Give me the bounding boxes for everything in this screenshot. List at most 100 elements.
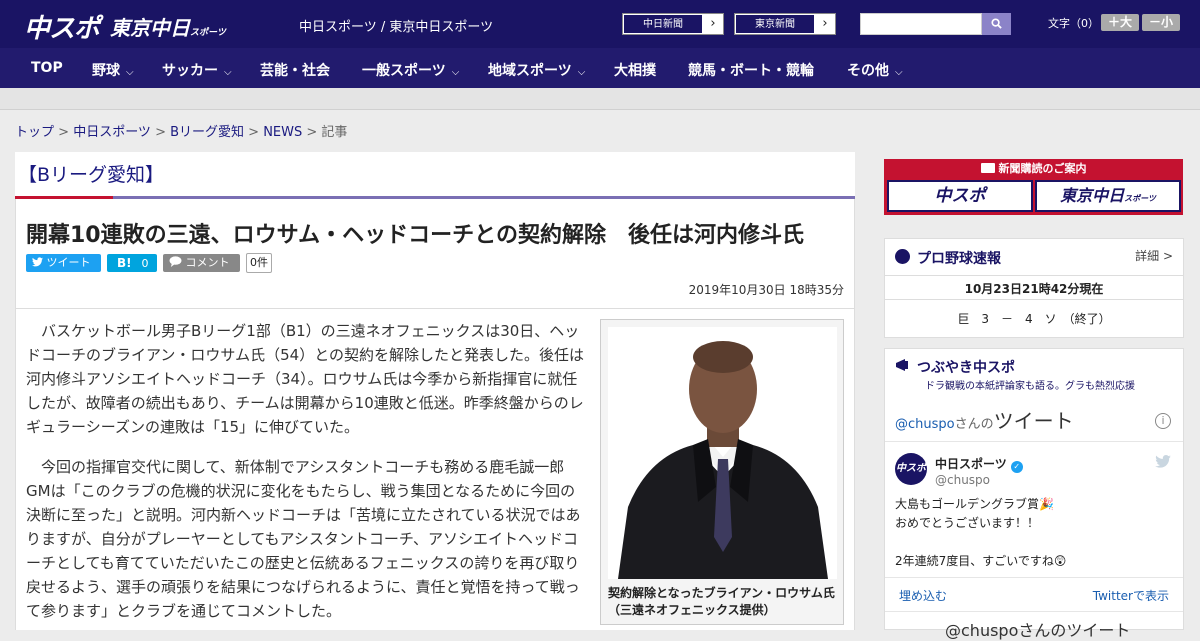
paper-link-label: 中日新聞	[623, 14, 703, 34]
account-handle[interactable]: @chuspo	[935, 473, 990, 487]
nav-item-top[interactable]: TOP	[31, 60, 63, 76]
article-date: 2019年10月30日 18時35分	[688, 283, 844, 297]
tokyo-shimbun-link[interactable]: 東京新聞 ›	[734, 13, 836, 35]
site-name: 中日スポーツ / 東京中日スポーツ	[299, 20, 494, 35]
nav-label: 地域スポーツ	[488, 63, 572, 79]
chevron-down-icon: ⌵	[895, 67, 903, 78]
chevron-down-icon: ⌵	[451, 67, 460, 78]
nav-item-baseball[interactable]: 野球 ⌵	[92, 60, 134, 80]
nav-item-racing[interactable]: 競馬・ボート・競輪	[688, 60, 814, 80]
baseball-icon	[895, 249, 910, 264]
tokyo-logo-small: スポーツ	[190, 28, 226, 38]
baseball-score-box: プロ野球速報 詳細 > 10月23日21時42分現在 巨 3 － 4 ソ （終了…	[884, 238, 1184, 338]
divider	[885, 441, 1183, 442]
baseball-score[interactable]: 巨 3 － 4 ソ （終了）	[885, 310, 1183, 327]
info-icon[interactable]: i	[1155, 413, 1171, 429]
hatena-count: 0	[141, 257, 149, 270]
nav-label: 一般スポーツ	[362, 63, 446, 79]
speech-bubble-icon	[169, 256, 182, 267]
ad-tokyo-logo[interactable]: 東京中日スポーツ	[1035, 180, 1181, 212]
breadcrumb-sep: >	[244, 125, 264, 140]
chevron-down-icon: ⌵	[126, 67, 134, 78]
twitter-bird-icon[interactable]	[1155, 455, 1171, 468]
nav-label: 芸能・社会	[260, 63, 330, 79]
avatar[interactable]: 中スポ	[895, 453, 927, 485]
nav-item-general-sports[interactable]: 一般スポーツ ⌵	[362, 60, 459, 80]
breadcrumb-chunichi-sports[interactable]: 中日スポーツ	[73, 125, 151, 140]
chuspo-logo[interactable]: 中スポ	[24, 8, 100, 44]
photo-caption: 契約解除となったブライアン・ロウサム氏（三遠ネオフェニックス提供）	[608, 586, 835, 617]
coach-portrait-image	[608, 327, 837, 579]
comment-count: 0件	[246, 253, 272, 273]
comment-label: コメント	[185, 256, 230, 269]
search-button[interactable]	[982, 13, 1011, 35]
chevron-down-icon: ⌵	[577, 67, 586, 78]
tweets-handle-link[interactable]: @chuspo	[895, 417, 955, 432]
breadcrumb-bleague[interactable]: Bリーグ愛知	[170, 125, 244, 140]
baseball-title: プロ野球速報	[917, 251, 1001, 267]
chevron-down-icon: ⌵	[224, 67, 232, 78]
nav-label: 野球	[92, 63, 120, 79]
divider	[885, 275, 1183, 276]
tweets-widget: つぶやき中スポ ドラ観戦の本紙評論家も語る。グラも熱烈応援 @chuspoさんの…	[884, 348, 1184, 640]
hatena-b-icon: B!	[117, 256, 132, 270]
nav-item-sumo[interactable]: 大相撲	[614, 60, 656, 80]
breadcrumb-sep: >	[54, 125, 74, 140]
font-bigger-button[interactable]: ＋大	[1101, 14, 1139, 31]
account-name[interactable]: 中日スポーツ ✓	[935, 455, 1023, 473]
chevron-right-icon: ›	[710, 16, 716, 31]
nav-item-soccer[interactable]: サッカー ⌵	[162, 60, 232, 80]
chevron-right-icon: ›	[822, 16, 828, 31]
search-icon	[991, 18, 1002, 29]
tweet-label: ツイート	[46, 256, 91, 269]
chunichi-shimbun-link[interactable]: 中日新聞 ›	[622, 13, 724, 35]
article-photo[interactable]	[600, 319, 844, 625]
nav-label: サッカー	[162, 63, 218, 79]
tweet-button[interactable]: ツイート	[26, 254, 101, 272]
breadcrumb-top[interactable]: トップ	[15, 125, 54, 140]
breadcrumb-news[interactable]: NEWS	[263, 125, 302, 140]
breadcrumb-sep: >	[302, 125, 322, 140]
ad-chuspo-logo[interactable]: 中スポ	[887, 180, 1033, 212]
ad-title: 新聞購読のご案内	[884, 159, 1183, 179]
search-input[interactable]	[860, 13, 982, 35]
portrait-illustration	[608, 327, 837, 579]
category-title: 【Bリーグ愛知】	[18, 164, 165, 186]
nav-item-entertainment[interactable]: 芸能・社会	[260, 60, 330, 80]
nav-item-local-sports[interactable]: 地域スポーツ ⌵	[488, 60, 585, 80]
paper-link-label: 東京新聞	[735, 14, 815, 34]
article-headline: 開幕10連敗の三遠、ロウサム・ヘッドコーチとの契約解除 後任は河内修斗氏	[26, 223, 804, 248]
subscription-banner[interactable]: 新聞購読のご案内 中スポ 東京中日スポーツ	[884, 159, 1183, 215]
tweet-line: 大島もゴールデングラブ賞🎉	[895, 497, 1054, 511]
hatena-bookmark-button[interactable]: B! 0	[107, 254, 157, 272]
tweet-line	[895, 533, 1066, 552]
tokyo-logo-text: 東京中日	[110, 16, 190, 40]
view-on-twitter-link[interactable]: Twitterで表示	[1093, 587, 1169, 604]
tweets-subtitle: ドラ観戦の本紙評論家も語る。グラも熱烈応援	[925, 381, 1135, 392]
article-paragraph: バスケットボール男子Bリーグ1部（B1）の三遠ネオフェニックスは30日、ヘッドコ…	[26, 322, 585, 436]
comment-button[interactable]: コメント	[163, 254, 240, 272]
nav-label: 競馬・ボート・競輪	[688, 63, 814, 79]
font-smaller-button[interactable]: －小	[1142, 14, 1180, 31]
twitter-bird-icon	[32, 257, 43, 267]
tweets-header: @chuspoさんのツイート	[895, 405, 1074, 434]
megaphone-icon	[896, 359, 908, 371]
newspaper-icon	[980, 163, 995, 173]
tweets-handle-suffix: さんの	[954, 417, 994, 432]
breadcrumb-current: 記事	[321, 125, 348, 140]
ad-tokyo-text: 東京中日	[1060, 186, 1125, 205]
baseball-timestamp: 10月23日21時42分現在	[964, 282, 1104, 296]
ad-title-text: 新聞購読のご案内	[998, 162, 1087, 175]
tokyo-chunichi-logo[interactable]: 東京中日スポーツ	[110, 12, 226, 44]
nav-label: その他	[847, 63, 889, 79]
article-paragraph: 今回の指揮官交代に関して、新体制でアシスタントコーチも務める鹿毛誠一郎GMは「こ…	[26, 458, 581, 620]
font-size-label: 文字（0）	[1048, 17, 1099, 30]
nav-label: TOP	[31, 60, 63, 76]
embed-link[interactable]: 埋め込む	[899, 587, 947, 604]
tweets-footer-title: @chuspoさんのツイート	[945, 621, 1131, 640]
account-name-text: 中日スポーツ	[935, 457, 1007, 471]
tweet-line: 2年連続7度目、すごいですね😲	[895, 554, 1067, 568]
nav-item-other[interactable]: その他 ⌵	[847, 60, 903, 80]
baseball-detail-link[interactable]: 詳細 >	[1135, 247, 1173, 264]
banner-strip	[0, 88, 1200, 110]
